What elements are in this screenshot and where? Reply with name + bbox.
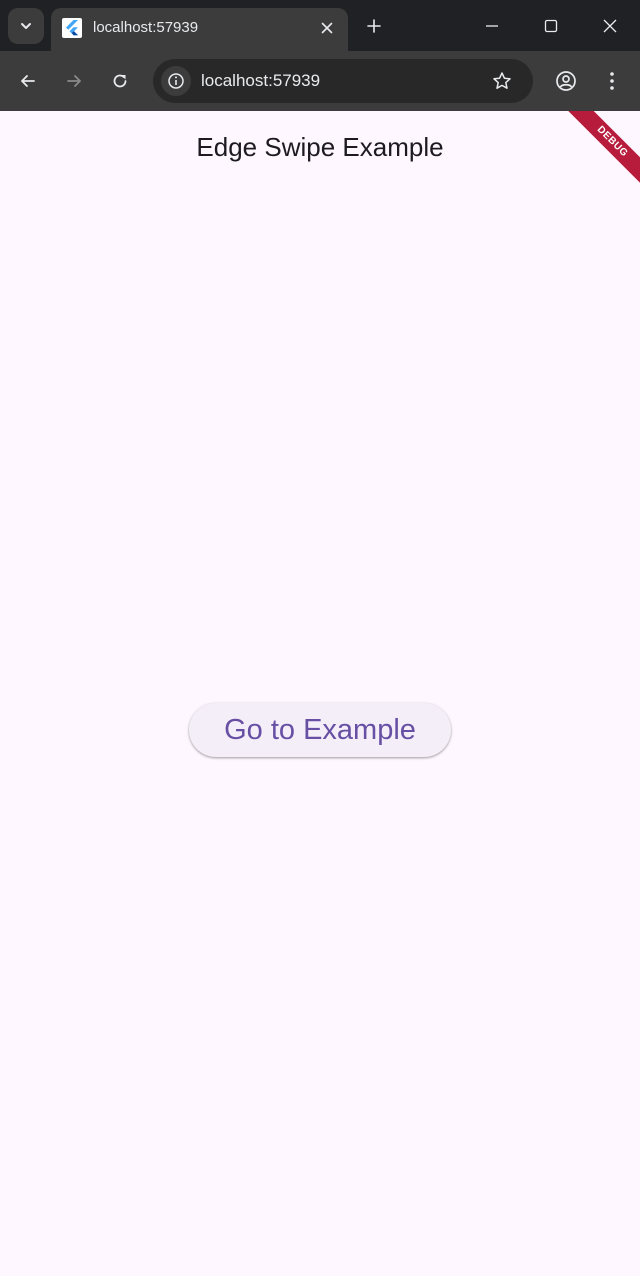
forward-button[interactable] [59,66,89,96]
bookmark-button[interactable] [487,66,517,96]
profile-icon [555,70,577,92]
reload-button[interactable] [105,66,135,96]
close-icon [321,22,333,34]
new-tab-button[interactable] [361,13,387,39]
star-icon [492,71,512,91]
close-window-button[interactable] [596,12,624,40]
maximize-button[interactable] [537,12,565,40]
browser-window: localhost:57939 localhost:57939 Edge Swi… [0,0,640,1276]
tab-strip: localhost:57939 [0,0,640,51]
maximize-icon [544,19,558,33]
debug-banner: DEBUG [560,111,640,191]
profile-button[interactable] [551,66,581,96]
browser-menu-button[interactable] [597,66,627,96]
back-button[interactable] [13,66,43,96]
flutter-logo-icon [62,18,82,38]
info-icon [167,72,185,90]
debug-banner-label: DEBUG [563,111,640,191]
reload-icon [111,72,129,90]
browser-toolbar: localhost:57939 [0,51,640,111]
arrow-right-icon [65,72,83,90]
address-bar[interactable]: localhost:57939 [153,59,533,103]
url-text: localhost:57939 [201,71,321,90]
close-icon [603,19,617,33]
app-page: Edge Swipe Example Go to Example DEBUG [0,111,640,1276]
site-info-button[interactable] [161,66,191,96]
app-bar-title: Edge Swipe Example [196,132,444,162]
tab-close-button[interactable] [315,16,339,40]
minimize-icon [485,19,499,33]
chevron-down-icon [19,19,33,33]
tab-search-button[interactable] [8,8,44,44]
go-to-example-button[interactable]: Go to Example [189,703,451,757]
browser-tab[interactable]: localhost:57939 [51,8,348,51]
tab-title: localhost:57939 [93,19,199,36]
plus-icon [366,18,382,34]
minimize-button[interactable] [478,12,506,40]
arrow-left-icon [19,72,37,90]
kebab-menu-icon [609,71,615,91]
